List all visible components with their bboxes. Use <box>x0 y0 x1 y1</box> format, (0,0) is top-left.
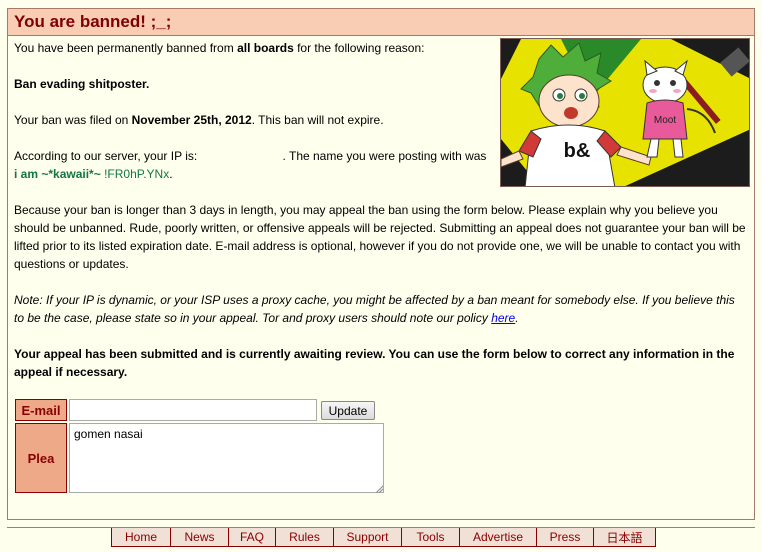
ip-prefix: According to our server, your IP is: <box>14 149 201 163</box>
note-end: . <box>515 311 519 325</box>
filed-suffix: . This ban will not expire. <box>251 113 384 127</box>
ban-header: You are banned! ;_; <box>8 9 754 36</box>
policy-link[interactable]: here <box>491 311 515 325</box>
ban-box: You are banned! ;_; You have been perman… <box>7 8 755 520</box>
email-label: E-mail <box>15 399 67 421</box>
poster-tripcode: !FR0hP.YNx <box>104 167 170 181</box>
cat-shirt-text: Moot <box>654 115 676 126</box>
footer-nav: Home News FAQ Rules Support Tools Advert… <box>111 528 656 547</box>
resize-grip-icon[interactable] <box>375 485 383 493</box>
note-text: Note: If your IP is dynamic, or your ISP… <box>14 293 735 325</box>
ban-page: You are banned! ;_; You have been perman… <box>0 0 762 552</box>
ban-reason-line: You have been permanently banned from al… <box>14 39 494 57</box>
ban-image: b& Moot <box>500 38 750 187</box>
footer-link-japanese[interactable]: 日本語 <box>593 528 656 547</box>
proxy-note: Note: If your IP is dynamic, or your ISP… <box>14 291 748 327</box>
filed-date: November 25th, 2012 <box>131 113 252 127</box>
reason-boards: all boards <box>237 41 294 55</box>
update-button[interactable]: Update <box>321 401 375 420</box>
plea-label: Plea <box>15 423 67 493</box>
filed-prefix: Your ban was filed on <box>14 113 132 127</box>
ban-filed-line: Your ban was filed on November 25th, 201… <box>14 111 494 129</box>
footer-link-home[interactable]: Home <box>111 528 171 547</box>
footer-link-news[interactable]: News <box>170 528 229 547</box>
footer-link-rules[interactable]: Rules <box>275 528 334 547</box>
page-title: You are banned! ;_; <box>14 12 172 31</box>
footer-link-advertise[interactable]: Advertise <box>459 528 537 547</box>
poster-name: i am ~*kawaii*~ <box>14 167 101 181</box>
footer-link-support[interactable]: Support <box>333 528 402 547</box>
footer-link-press[interactable]: Press <box>536 528 594 547</box>
plea-field[interactable]: gomen nasai <box>69 423 384 493</box>
footer-link-faq[interactable]: FAQ <box>228 528 276 547</box>
ban-reason-text: Ban evading shitposter. <box>14 77 150 91</box>
reason-suffix: for the following reason: <box>293 41 425 55</box>
email-field[interactable] <box>69 399 317 421</box>
footer-link-tools[interactable]: Tools <box>401 528 460 547</box>
shirt-text: b& <box>564 140 591 162</box>
appeal-status: Your appeal has been submitted and is cu… <box>14 347 735 379</box>
appeal-info: Because your ban is longer than 3 days i… <box>14 203 746 271</box>
ban-ip-line: According to our server, your IP is: . T… <box>14 147 504 183</box>
poster-end: . <box>169 167 173 181</box>
yotsuba-ban-illustration: b& Moot <box>501 39 749 186</box>
reason-prefix: You have been permanently banned from <box>14 41 238 55</box>
ip-suffix: . The name you were posting with was <box>282 149 487 163</box>
